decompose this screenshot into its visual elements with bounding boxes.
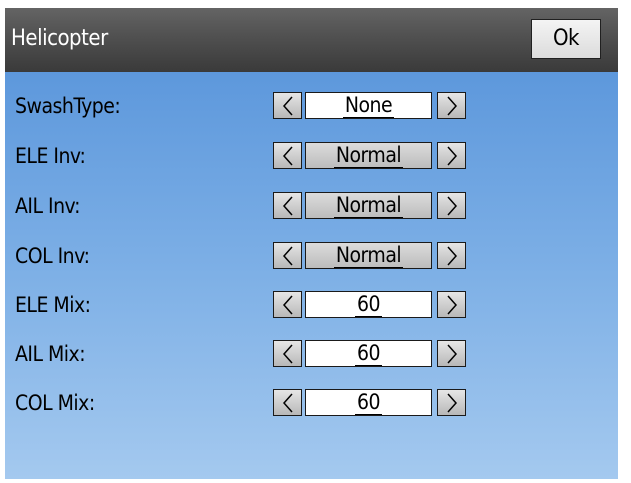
increment-button[interactable] [437, 242, 466, 269]
value-field[interactable]: Normal [305, 192, 432, 219]
setting-label: SwashType: [15, 94, 121, 118]
value-field[interactable]: 60 [305, 291, 432, 318]
value-text: Normal [333, 243, 404, 268]
value-text: Normal [333, 143, 404, 168]
chevron-left-icon [282, 295, 293, 315]
chevron-left-icon [282, 344, 293, 364]
value-field[interactable]: 60 [305, 389, 432, 416]
increment-button[interactable] [437, 192, 466, 219]
decrement-button[interactable] [273, 242, 302, 269]
chevron-right-icon [447, 393, 458, 413]
decrement-button[interactable] [273, 340, 302, 367]
decrement-button[interactable] [273, 389, 302, 416]
chevron-right-icon [447, 96, 458, 116]
setting-label: ELE Mix: [15, 293, 91, 317]
chevron-right-icon [447, 295, 458, 315]
decrement-button[interactable] [273, 192, 302, 219]
window-title: Helicopter [11, 26, 108, 51]
increment-button[interactable] [437, 291, 466, 318]
setting-row-ail-mix: AIL Mix: 60 [5, 336, 618, 372]
chevron-right-icon [447, 344, 458, 364]
chevron-right-icon [447, 196, 458, 216]
value-text: 60 [354, 292, 383, 317]
decrement-button[interactable] [273, 92, 302, 119]
value-text: 60 [354, 341, 383, 366]
chevron-left-icon [282, 393, 293, 413]
value-text: None [342, 93, 395, 118]
value-field[interactable]: 60 [305, 340, 432, 367]
helicopter-dialog: Helicopter Ok SwashType: None ELE Inv: N… [5, 8, 618, 479]
value-text: 60 [354, 390, 383, 415]
setting-row-swash-type: SwashType: None [5, 88, 618, 124]
chevron-right-icon [447, 146, 458, 166]
chevron-right-icon [447, 246, 458, 266]
setting-label: COL Inv: [15, 244, 90, 268]
setting-label: AIL Mix: [15, 342, 86, 366]
setting-row-ele-mix: ELE Mix: 60 [5, 287, 618, 323]
setting-row-ail-inv: AIL Inv: Normal [5, 188, 618, 224]
setting-row-ele-inv: ELE Inv: Normal [5, 138, 618, 174]
increment-button[interactable] [437, 142, 466, 169]
setting-row-col-mix: COL Mix: 60 [5, 385, 618, 421]
chevron-left-icon [282, 96, 293, 116]
setting-label: ELE Inv: [15, 144, 86, 168]
title-bar: Helicopter Ok [5, 8, 618, 72]
setting-row-col-inv: COL Inv: Normal [5, 238, 618, 274]
value-field[interactable]: None [305, 92, 432, 119]
increment-button[interactable] [437, 389, 466, 416]
chevron-left-icon [282, 196, 293, 216]
increment-button[interactable] [437, 340, 466, 367]
chevron-left-icon [282, 246, 293, 266]
increment-button[interactable] [437, 92, 466, 119]
setting-label: AIL Inv: [15, 194, 80, 218]
value-field[interactable]: Normal [305, 142, 432, 169]
setting-label: COL Mix: [15, 391, 95, 415]
decrement-button[interactable] [273, 291, 302, 318]
decrement-button[interactable] [273, 142, 302, 169]
value-field[interactable]: Normal [305, 242, 432, 269]
chevron-left-icon [282, 146, 293, 166]
settings-panel: SwashType: None ELE Inv: Normal AIL Inv: [5, 72, 618, 479]
value-text: Normal [333, 193, 404, 218]
ok-button[interactable]: Ok [531, 19, 601, 59]
